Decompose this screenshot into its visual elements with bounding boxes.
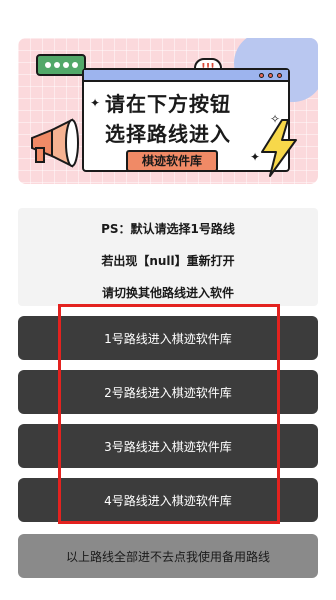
banner-tag: 棋迹软件库	[126, 150, 218, 172]
notice-line-2: 若出现【null】重新打开	[101, 254, 235, 268]
chat-bubble-icon	[36, 54, 86, 76]
sparkle-icon: ✦	[250, 150, 261, 164]
notice-line-3: 请切换其他路线进入软件	[101, 286, 234, 300]
lightning-bolt-icon	[261, 119, 297, 177]
page: !!! 请在下方按钮 选择路线进入 棋迹软件库 ✦ ✦ ✧ PS：默认请选择1号…	[0, 0, 336, 600]
sparkle-icon: ✦	[90, 96, 101, 110]
notice-box: PS：默认请选择1号路线 若出现【null】重新打开 请切换其他路线进入软件	[18, 208, 318, 306]
backup-route-button[interactable]: 以上路线全部进不去点我使用备用路线	[18, 534, 318, 578]
megaphone-icon	[31, 118, 79, 168]
window-titlebar	[84, 70, 288, 82]
banner-image: !!! 请在下方按钮 选择路线进入 棋迹软件库 ✦ ✦ ✧	[18, 38, 318, 184]
sparkle-icon: ✧	[270, 112, 281, 126]
highlight-box	[58, 304, 280, 524]
notice-line-1: PS：默认请选择1号路线	[101, 222, 235, 236]
